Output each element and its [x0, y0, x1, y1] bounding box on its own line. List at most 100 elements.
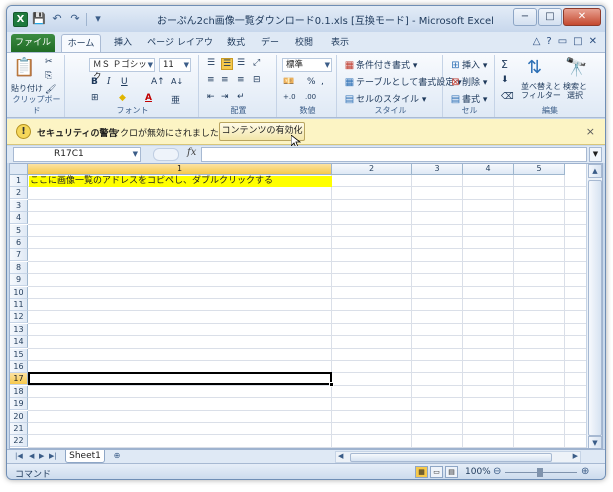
cut-icon[interactable]: ✂ — [45, 57, 53, 67]
scroll-right-icon[interactable]: ▶ — [573, 452, 578, 460]
wrap-text-icon[interactable]: ↵ — [237, 92, 245, 102]
merge-cells-icon[interactable]: ⊟ — [253, 75, 261, 85]
insert-sheet-icon[interactable]: ⊕ — [108, 451, 126, 462]
first-sheet-icon[interactable]: |◀ — [15, 452, 23, 460]
shrink-font-button[interactable]: A↓ — [171, 77, 183, 86]
row-header[interactable]: 18 — [10, 385, 28, 398]
vertical-scroll-thumb[interactable] — [588, 180, 602, 436]
row-header[interactable]: 20 — [10, 410, 28, 423]
scroll-up-icon[interactable]: ▲ — [588, 164, 602, 178]
page-break-view-icon[interactable]: ▤ — [445, 466, 458, 478]
close-button[interactable]: ✕ — [563, 8, 601, 26]
zoom-out-icon[interactable]: ⊖ — [493, 466, 501, 477]
workbook-restore-icon[interactable]: □ — [573, 36, 582, 47]
row-header[interactable]: 8 — [10, 261, 28, 274]
row-header[interactable]: 19 — [10, 398, 28, 411]
worksheet-grid[interactable]: 12345 1 2 3 4 5 6 7 8 9 10 11 12 13 14 15 16 17 18 19 20 21 2… — [9, 163, 603, 449]
row-header[interactable]: 13 — [10, 323, 28, 336]
row-header[interactable]: 22 — [10, 435, 28, 448]
format-as-table-button[interactable]: ▦ テーブルとして書式設定 ▾ — [343, 75, 462, 89]
row-header[interactable]: 3 — [10, 199, 28, 212]
next-sheet-icon[interactable]: ▶ — [39, 452, 44, 460]
align-left-icon[interactable]: ≡ — [207, 75, 215, 85]
expand-formula-bar-icon[interactable]: ▼ — [589, 147, 602, 162]
column-header[interactable]: 5 — [514, 164, 565, 175]
help-icon[interactable]: ? — [546, 36, 551, 47]
fill-color-icon[interactable]: ◆ — [119, 93, 126, 103]
chevron-down-icon[interactable]: ▼ — [133, 148, 138, 161]
column-header[interactable]: 4 — [463, 164, 514, 175]
fill-handle[interactable] — [329, 381, 334, 387]
row-header[interactable]: 17 — [10, 373, 28, 386]
accounting-icon[interactable]: 💴 — [283, 77, 294, 87]
find-select-button[interactable]: 検索と 選択 — [563, 82, 587, 100]
tab-insert[interactable]: 挿入 — [107, 34, 139, 52]
italic-button[interactable]: I — [107, 77, 111, 87]
delete-cells-button[interactable]: ⊠ 削除 ▾ — [449, 75, 487, 89]
formula-input[interactable] — [201, 147, 587, 162]
minimize-button[interactable]: − — [513, 8, 537, 26]
percent-button[interactable]: % — [307, 77, 316, 87]
underline-button[interactable]: U — [121, 77, 128, 87]
align-top-icon[interactable]: ☰ — [207, 58, 215, 68]
row-header[interactable]: 16 — [10, 361, 28, 373]
column-header[interactable]: 3 — [412, 164, 463, 175]
insert-cells-button[interactable]: ⊞ 挿入 ▾ — [449, 58, 487, 72]
align-middle-icon[interactable]: ☰ — [221, 58, 234, 70]
row-header[interactable]: 9 — [10, 274, 28, 287]
conditional-formatting-button[interactable]: ▦ 条件付き書式 ▾ — [343, 58, 418, 72]
align-bottom-icon[interactable]: ☰ — [237, 58, 245, 68]
font-name-select[interactable]: ＭＳ Ｐゴシック ▼ — [89, 58, 155, 82]
tab-data[interactable]: データ — [257, 34, 283, 66]
active-cell-selection[interactable] — [28, 372, 332, 386]
prev-sheet-icon[interactable]: ◀ — [29, 452, 34, 460]
close-warning-icon[interactable]: × — [586, 125, 595, 138]
row-header[interactable]: 12 — [10, 311, 28, 324]
text-orientation-icon[interactable]: ⤢ — [253, 58, 260, 68]
minimize-ribbon-icon[interactable]: △ — [533, 36, 541, 47]
bold-button[interactable]: B — [91, 77, 98, 87]
workbook-close-icon[interactable]: ✕ — [589, 36, 597, 47]
zoom-slider-thumb[interactable] — [537, 468, 543, 477]
name-box[interactable]: R17C1 ▼ — [13, 147, 141, 162]
sheet-tab-sheet1[interactable]: Sheet1 — [65, 450, 105, 463]
row-header[interactable]: 11 — [10, 299, 28, 311]
column-header[interactable]: 1 — [28, 164, 332, 175]
decrease-indent-icon[interactable]: ⇤ — [207, 92, 215, 102]
customize-qat-icon[interactable]: ▾ — [91, 12, 105, 26]
save-icon[interactable]: 💾 — [32, 12, 46, 26]
row-header[interactable]: 7 — [10, 249, 28, 262]
sort-filter-button[interactable]: 並べ替えと フィルター — [521, 82, 561, 100]
tab-review[interactable]: 校閲 — [289, 34, 319, 52]
clear-icon[interactable]: ⌫ — [501, 92, 514, 102]
row-header[interactable]: 2 — [10, 187, 28, 200]
tab-view[interactable]: 表示 — [325, 34, 355, 52]
zoom-level[interactable]: 100% — [465, 467, 491, 477]
cell-styles-button[interactable]: ▤ セルのスタイル ▾ — [343, 92, 427, 106]
undo-icon[interactable]: ↶ — [50, 12, 64, 26]
column-header[interactable]: 2 — [332, 164, 412, 175]
workbook-minimize-icon[interactable]: ▭ — [558, 36, 567, 47]
tab-file[interactable]: ファイル — [11, 34, 55, 52]
increase-decimal-button[interactable]: +.0 — [283, 93, 296, 101]
insert-function-icon[interactable]: fx — [187, 147, 196, 158]
tab-home[interactable]: ホーム — [61, 34, 101, 52]
maximize-button[interactable]: □ — [538, 8, 562, 26]
fill-icon[interactable]: ⬇ — [501, 75, 509, 85]
decrease-decimal-button[interactable]: .00 — [305, 93, 316, 101]
horizontal-scroll-thumb[interactable] — [350, 453, 552, 462]
redo-icon[interactable]: ↷ — [68, 12, 82, 26]
horizontal-scrollbar[interactable]: ◀ ▶ — [335, 451, 581, 463]
paste-icon[interactable]: 📋 — [13, 57, 35, 78]
increase-indent-icon[interactable]: ⇥ — [221, 92, 229, 102]
select-all-corner[interactable] — [10, 164, 28, 175]
sort-filter-icon[interactable]: ⇅ — [527, 57, 542, 78]
font-size-select[interactable]: 11 ▼ — [159, 58, 191, 72]
find-select-icon[interactable]: 🔭 — [565, 57, 587, 78]
row-header[interactable]: 6 — [10, 237, 28, 249]
row-header[interactable]: 15 — [10, 348, 28, 361]
last-sheet-icon[interactable]: ▶| — [49, 452, 57, 460]
row-header[interactable]: 14 — [10, 336, 28, 349]
page-layout-view-icon[interactable]: ▭ — [430, 466, 443, 478]
number-format-select[interactable]: 標準 ▼ — [282, 58, 332, 72]
